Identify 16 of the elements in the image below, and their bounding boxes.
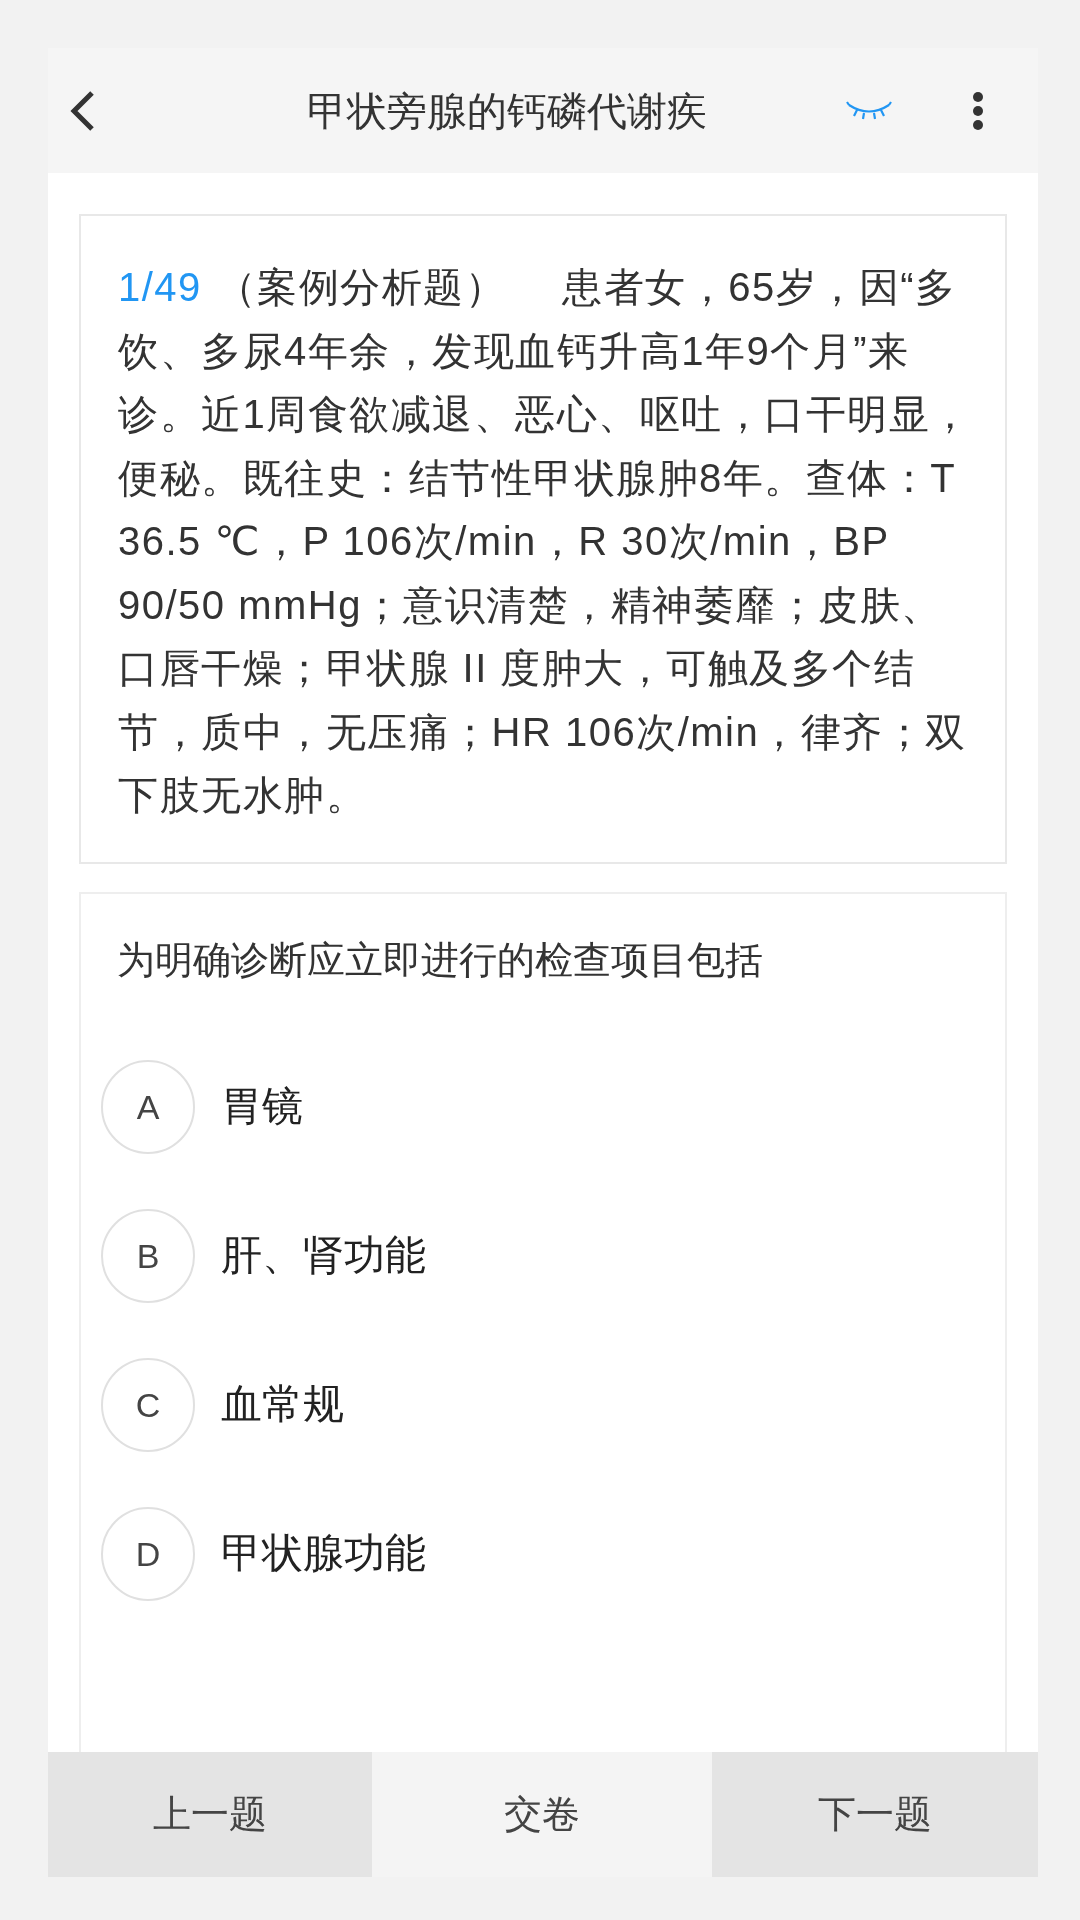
case-description: 1/49 （案例分析题） 患者女，65岁，因“多饮、多尿4年余，发现血钙升高1年9个月”来诊。近1周食欲减退、恶心、呕吐，口干明显，便秘。既往史：结节性甲状腺肿8年。查体：T 36.5 ℃，P 106次/min，R 30次/min，BP 90/50 mmHg；意识清楚，精神萎靡；皮肤、口唇干燥；甲状腺 II 度肿大，可触及多个结节，质中，无压痛；HR 106次/min，律齐；双下肢无水肿。 [79, 214, 1007, 864]
previous-button[interactable]: 上一题 [48, 1752, 372, 1877]
option-letter[interactable]: D [101, 1507, 195, 1601]
option-text[interactable]: 肝、肾功能 [221, 1225, 426, 1287]
option-text[interactable]: 血常规 [221, 1374, 344, 1436]
page-title: 甲状旁腺的钙磷代谢疾 [306, 87, 708, 135]
next-button[interactable]: 下一题 [712, 1752, 1038, 1877]
option-text[interactable]: 胃镜 [221, 1076, 303, 1138]
closed-eye-icon[interactable] [846, 99, 892, 122]
option-letter[interactable]: C [101, 1358, 195, 1452]
submit-button[interactable]: 交卷 [372, 1752, 712, 1877]
option-letter[interactable]: A [101, 1060, 195, 1154]
option-letter[interactable]: B [101, 1209, 195, 1303]
question-text: 为明确诊断应立即进行的检查项目包括 [116, 937, 764, 983]
more-icon[interactable] [972, 90, 984, 131]
option-text[interactable]: 甲状腺功能 [221, 1523, 426, 1585]
